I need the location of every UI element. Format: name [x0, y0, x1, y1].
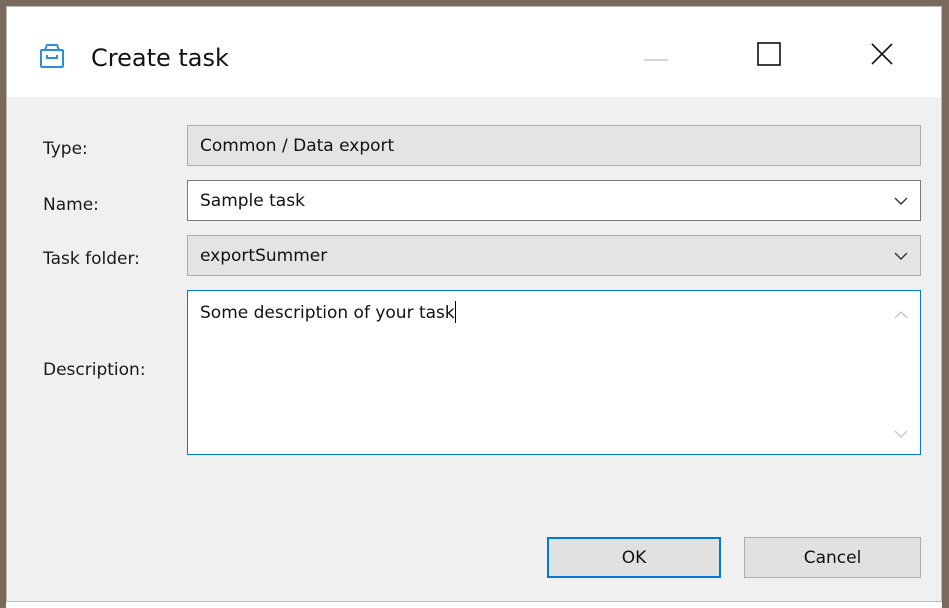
close-icon	[870, 42, 894, 70]
window-title: Create task	[91, 44, 229, 72]
task-folder-combobox[interactable]: exportSummer	[187, 235, 921, 276]
description-label: Description:	[43, 360, 146, 380]
ok-button-label: OK	[621, 547, 647, 568]
type-field: Common / Data export	[187, 125, 921, 166]
maximize-button[interactable]	[734, 29, 804, 83]
text-caret	[454, 301, 456, 323]
close-button[interactable]	[847, 29, 917, 83]
scroll-up-icon[interactable]	[892, 307, 910, 321]
description-text: Some description of your task	[200, 301, 456, 324]
cancel-button-label: Cancel	[803, 547, 862, 568]
title-bar[interactable]: Create task	[7, 7, 941, 97]
name-combobox[interactable]: Sample task	[187, 180, 921, 221]
create-task-dialog: Create task Type: Common / Data export N…	[6, 6, 942, 602]
cancel-button[interactable]: Cancel	[744, 537, 921, 578]
description-value: Some description of your task	[200, 303, 455, 323]
minimize-button[interactable]	[621, 29, 691, 83]
folder-label: Task folder:	[43, 249, 140, 269]
maximize-icon	[757, 42, 781, 70]
minimize-icon	[644, 47, 668, 66]
chevron-down-icon[interactable]	[892, 248, 910, 264]
type-label: Type:	[43, 139, 88, 159]
folder-value: exportSummer	[200, 246, 328, 266]
task-box-icon	[39, 43, 65, 69]
ok-button[interactable]: OK	[547, 537, 721, 578]
name-value: Sample task	[200, 191, 305, 211]
chevron-down-icon[interactable]	[892, 193, 910, 209]
type-value: Common / Data export	[200, 136, 395, 156]
description-textarea[interactable]: Some description of your task	[187, 290, 921, 455]
name-label: Name:	[43, 195, 99, 215]
scroll-down-icon[interactable]	[892, 426, 910, 440]
